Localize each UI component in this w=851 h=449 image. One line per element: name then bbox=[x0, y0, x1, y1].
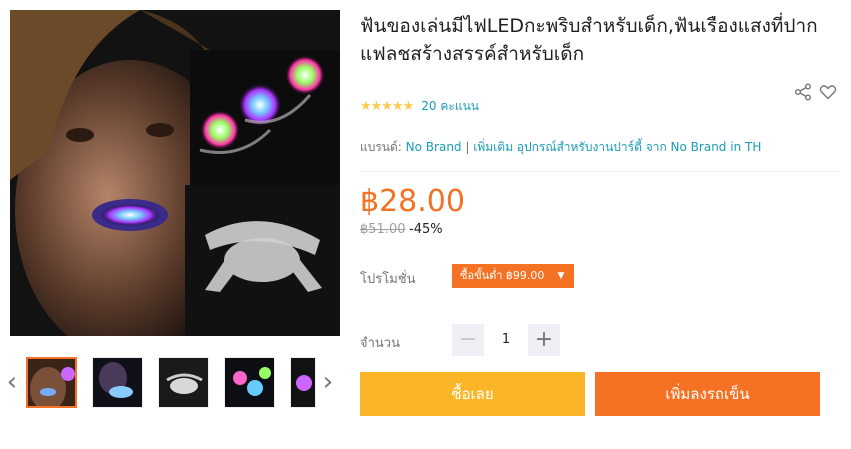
thumbnail-5[interactable] bbox=[290, 357, 316, 408]
thumbnail-1[interactable] bbox=[26, 357, 77, 408]
thumbnail-4[interactable] bbox=[224, 357, 275, 408]
promotion-tag-text: ซื้อขั้นต่ำ ฿99.00 bbox=[460, 269, 545, 282]
buy-now-button[interactable]: ซื้อเลย bbox=[360, 372, 585, 416]
product-main-image[interactable] bbox=[10, 10, 340, 336]
promotion-label: โปรโมชั่น bbox=[360, 272, 416, 287]
product-title: ฟันของเล่นมีไฟLEDกะพริบสำหรับเด็ก,ฟันเรื… bbox=[360, 15, 818, 65]
divider bbox=[360, 171, 840, 172]
next-image-button[interactable]: › bbox=[320, 367, 336, 397]
thumbnail-3[interactable] bbox=[158, 357, 209, 408]
current-price: ฿28.00 bbox=[360, 184, 465, 219]
quantity-decrease-button[interactable]: − bbox=[452, 324, 484, 356]
share-icon[interactable] bbox=[794, 83, 812, 101]
discount-percent: -45% bbox=[409, 222, 443, 237]
add-to-cart-button[interactable]: เพิ่มลงรถเข็น bbox=[595, 372, 820, 416]
rating-stars: ★★★★★ bbox=[360, 99, 414, 114]
brand-row: แบรนด์: No Brand | เพิ่มเติม อุปกรณ์สำหร… bbox=[360, 138, 761, 157]
original-price: ฿51.00 bbox=[360, 222, 406, 237]
rating-count-link[interactable]: 20 คะแนน bbox=[421, 97, 479, 116]
brand-link[interactable]: No Brand bbox=[406, 140, 462, 154]
brand-separator: | bbox=[465, 140, 470, 154]
rating-row: ★★★★★ 20 คะแนน bbox=[360, 97, 479, 116]
brand-label: แบรนด์: bbox=[360, 140, 402, 154]
quantity-label: จำนวน bbox=[360, 336, 400, 351]
chevron-down-icon: ▼ bbox=[557, 271, 565, 281]
thumbnail-2[interactable] bbox=[92, 357, 143, 408]
quantity-input[interactable]: 1 bbox=[486, 324, 526, 356]
heart-icon[interactable] bbox=[819, 83, 837, 101]
prev-image-button[interactable]: ‹ bbox=[4, 367, 20, 397]
quantity-increase-button[interactable]: + bbox=[528, 324, 560, 356]
promotion-tag[interactable]: ซื้อขั้นต่ำ ฿99.00 ▼ bbox=[452, 264, 575, 288]
thumbnail-strip: ‹ › bbox=[0, 352, 345, 412]
more-from-brand-link[interactable]: เพิ่มเติม อุปกรณ์สำหรับงานปาร์ตี้ จาก No… bbox=[473, 140, 761, 154]
